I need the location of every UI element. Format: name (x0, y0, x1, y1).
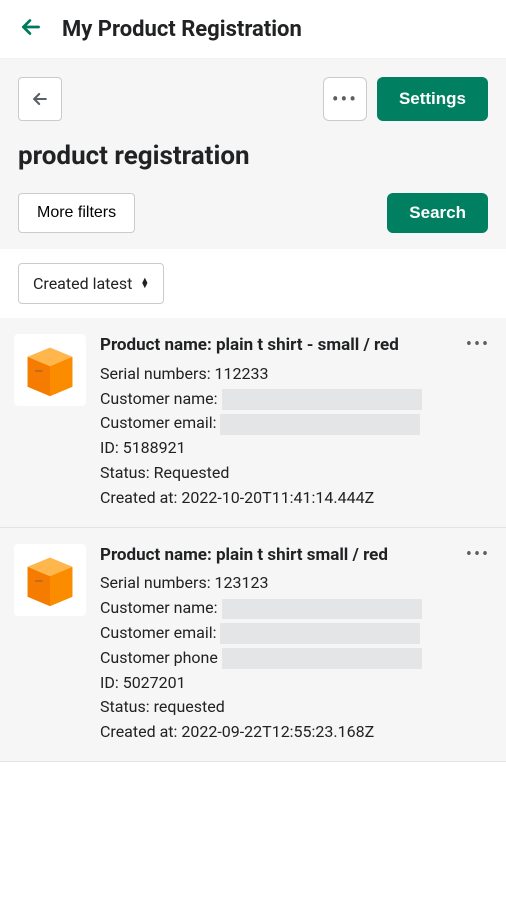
app-title: My Product Registration (62, 17, 302, 42)
item-more-button[interactable]: ••• (464, 544, 492, 565)
page-back-button[interactable] (18, 77, 62, 121)
product-thumbnail (14, 544, 86, 616)
serial-numbers: Serial numbers: 112233 (100, 362, 450, 387)
item-status: Status: Requested (100, 461, 450, 486)
customer-email-label: Customer email: (100, 413, 216, 432)
sort-select[interactable]: Created latest ▲▼ (18, 263, 164, 304)
customer-name-label: Customer name: (100, 389, 218, 408)
customer-email-label: Customer email: (100, 623, 216, 642)
customer-name-redacted (222, 599, 422, 620)
more-filters-button[interactable]: More filters (18, 193, 135, 233)
customer-phone-label: Customer phone (100, 648, 218, 667)
item-id: ID: 5188921 (100, 436, 450, 461)
sort-label: Created latest (33, 274, 132, 293)
search-button[interactable]: Search (387, 193, 488, 233)
sort-area: Created latest ▲▼ (0, 249, 506, 318)
serial-numbers: Serial numbers: 123123 (100, 571, 450, 596)
product-name: Product name: plain t shirt small / red (100, 544, 450, 568)
item-created-at: Created at: 2022-10-20T11:41:14.444Z (100, 486, 450, 511)
item-details: Serial numbers: 112233 Customer name: Cu… (100, 362, 450, 511)
product-thumbnail (14, 334, 86, 406)
customer-phone-redacted (222, 648, 422, 669)
item-details: Serial numbers: 123123 Customer name: Cu… (100, 571, 450, 745)
customer-email-redacted (220, 414, 420, 435)
dots-horizontal-icon: ••• (332, 89, 358, 109)
product-name: Product name: plain t shirt - small / re… (100, 334, 450, 358)
customer-name-label: Customer name: (100, 598, 218, 617)
back-arrow-icon[interactable] (18, 14, 44, 44)
app-header: My Product Registration (0, 0, 506, 59)
item-more-button[interactable]: ••• (464, 334, 492, 355)
page-title: product registration (18, 141, 488, 171)
package-icon (22, 342, 78, 398)
item-status: Status: requested (100, 695, 450, 720)
package-icon (22, 552, 78, 608)
sort-arrows-icon: ▲▼ (140, 279, 149, 288)
registration-item[interactable]: Product name: plain t shirt small / red … (0, 528, 506, 762)
customer-email-redacted (220, 623, 420, 644)
registration-item[interactable]: Product name: plain t shirt - small / re… (0, 318, 506, 528)
item-id: ID: 5027201 (100, 671, 450, 696)
settings-button[interactable]: Settings (377, 77, 488, 121)
customer-name-redacted (222, 389, 422, 410)
registration-list: Product name: plain t shirt - small / re… (0, 318, 506, 762)
toolbar-area: ••• Settings product registration More f… (0, 59, 506, 249)
item-created-at: Created at: 2022-09-22T12:55:23.168Z (100, 720, 450, 745)
more-actions-button[interactable]: ••• (323, 77, 367, 121)
